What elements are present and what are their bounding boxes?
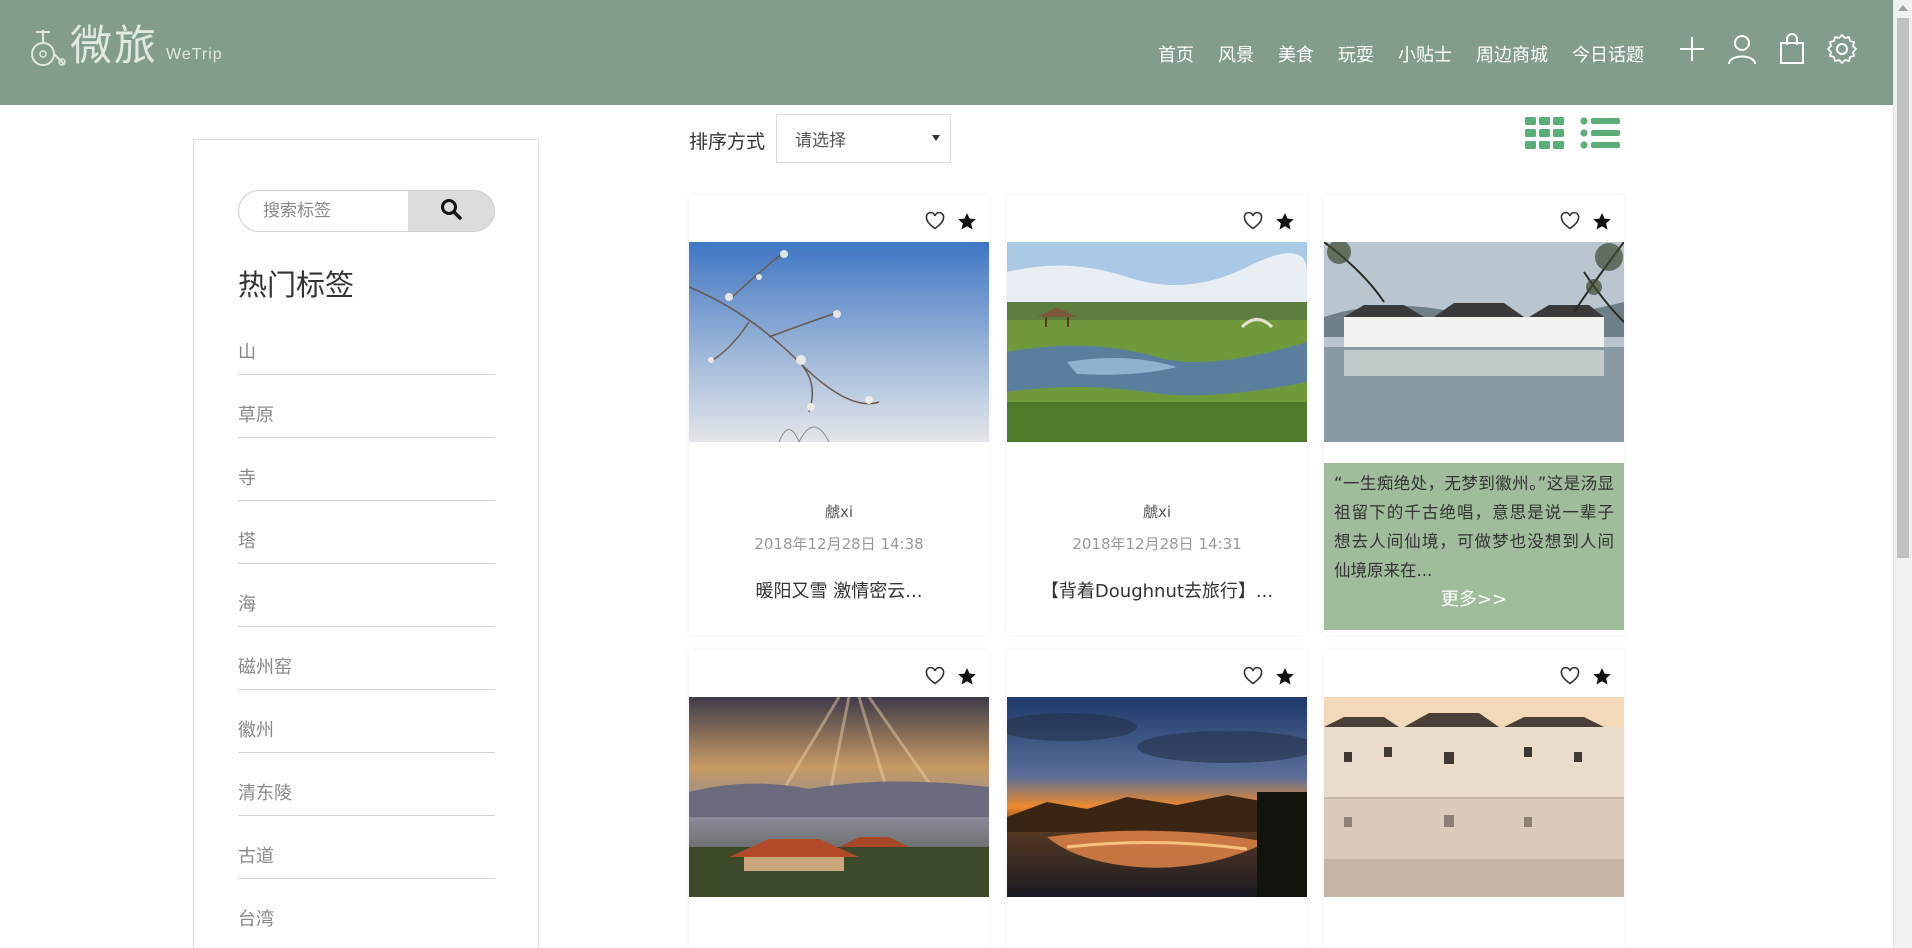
settings-icon[interactable] [1826, 32, 1858, 66]
heart-icon[interactable] [1243, 666, 1263, 686]
chevron-down-icon [932, 135, 940, 141]
tag-search-button[interactable] [408, 190, 495, 232]
hot-tags-title: 热门标签 [238, 268, 355, 302]
card-more-link[interactable]: 更多>> [1334, 585, 1614, 611]
card-actions [1243, 211, 1295, 231]
card-image-sunset-canyon[interactable] [1007, 697, 1307, 897]
star-icon[interactable] [957, 666, 977, 686]
card-author[interactable]: 虤xi [689, 501, 989, 522]
card-date: 2018年12月28日 14:38 [754, 535, 924, 553]
sort-select-value: 请选择 [795, 131, 846, 151]
star-icon[interactable] [1275, 211, 1295, 231]
star-icon[interactable] [1592, 666, 1612, 686]
nav-shop[interactable]: 周边商城 [1464, 44, 1560, 68]
tag-item[interactable]: 清东陵 [238, 753, 495, 816]
card-hover-overlay[interactable]: “一生痴绝处，无梦到徽州。”这是汤显祖留下的千古绝唱，意思是说一辈子想去人间仙境… [1324, 463, 1624, 630]
card-image-temple-valley[interactable] [689, 697, 989, 897]
card-author[interactable]: 虤xi [1007, 501, 1307, 522]
tag-item[interactable]: 磁州窑 [238, 627, 495, 690]
hot-tags-list: 山 草原 寺 塔 海 磁州窑 徽州 清东陵 古道 台湾 [238, 312, 495, 942]
post-card[interactable] [689, 650, 989, 948]
logo-text-cn: 微旅 [70, 21, 159, 70]
heart-icon[interactable] [925, 666, 945, 686]
heart-icon[interactable] [1560, 666, 1580, 686]
sort-select[interactable]: 请选择 [776, 114, 951, 163]
tag-item[interactable]: 台湾 [238, 879, 495, 942]
star-icon[interactable] [957, 211, 977, 231]
post-card[interactable]: 虤xi 2018年12月28日 14:31 【背着Doughnut去旅行】... [1007, 195, 1307, 635]
page-scrollbar[interactable] [1893, 0, 1912, 948]
card-title[interactable]: 【背着Doughnut去旅行】... [1007, 577, 1307, 603]
list-view-icon[interactable] [1580, 117, 1620, 149]
tag-item[interactable]: 塔 [238, 501, 495, 564]
nav-food[interactable]: 美食 [1266, 44, 1326, 68]
sort-label: 排序方式 [689, 131, 766, 153]
scroll-thumb[interactable] [1897, 18, 1909, 558]
card-actions [1560, 211, 1612, 231]
tag-item[interactable]: 古道 [238, 816, 495, 879]
bicycle-logo-icon [30, 24, 66, 68]
post-card[interactable]: 虤xi 2018年12月28日 14:38 暖阳又雪 激情密云... [689, 195, 989, 635]
post-card[interactable] [1007, 650, 1307, 948]
card-actions [925, 211, 977, 231]
plus-icon[interactable] [1676, 32, 1708, 66]
tag-item[interactable]: 草原 [238, 375, 495, 438]
logo-text-en: WeTrip [166, 46, 223, 63]
card-image-snowy-branch[interactable] [689, 242, 989, 442]
card-image-grassland[interactable] [1007, 242, 1307, 442]
grid-view-icon[interactable] [1525, 117, 1565, 149]
top-navbar: 微旅 WeTrip 首页 风景 美食 玩耍 小贴士 周边商城 今日话题 [0, 0, 1893, 105]
nav-scenery[interactable]: 风景 [1206, 44, 1266, 68]
heart-icon[interactable] [925, 211, 945, 231]
tag-item[interactable]: 徽州 [238, 690, 495, 753]
tag-search-input[interactable] [238, 190, 408, 232]
nav-play[interactable]: 玩耍 [1326, 44, 1386, 68]
tag-item[interactable]: 山 [238, 312, 495, 375]
card-excerpt: “一生痴绝处，无梦到徽州。”这是汤显祖留下的千古绝唱，意思是说一辈子想去人间仙境… [1334, 474, 1614, 580]
card-date: 2018年12月28日 14:31 [1072, 535, 1242, 553]
post-card[interactable]: “一生痴绝处，无梦到徽州。”这是汤显祖留下的千古绝唱，意思是说一辈子想去人间仙境… [1324, 195, 1624, 635]
nav-topic[interactable]: 今日话题 [1560, 44, 1644, 68]
heart-icon[interactable] [1560, 211, 1580, 231]
star-icon[interactable] [1592, 211, 1612, 231]
user-icon[interactable] [1726, 32, 1758, 66]
nav-home[interactable]: 首页 [1146, 44, 1206, 68]
tag-search [238, 190, 495, 232]
card-image-huizhou-reflection[interactable] [1324, 697, 1624, 897]
header-actions [1676, 32, 1858, 66]
nav-tips[interactable]: 小贴士 [1386, 44, 1464, 68]
tag-sidebar: 热门标签 山 草原 寺 塔 海 磁州窑 徽州 清东陵 古道 台湾 [193, 139, 539, 948]
tag-item[interactable]: 海 [238, 564, 495, 627]
search-icon [440, 198, 462, 224]
tag-item[interactable]: 寺 [238, 438, 495, 501]
card-title[interactable]: 暖阳又雪 激情密云... [689, 577, 989, 603]
star-icon[interactable] [1275, 666, 1295, 686]
card-actions [1560, 666, 1612, 686]
site-logo[interactable]: 微旅 WeTrip [30, 24, 223, 68]
card-actions [1243, 666, 1295, 686]
card-image-huizhou-village[interactable] [1324, 242, 1624, 442]
scroll-up-arrow-icon[interactable] [1898, 5, 1908, 11]
post-card[interactable] [1324, 650, 1624, 948]
main-nav: 首页 风景 美食 玩耍 小贴士 周边商城 今日话题 [1146, 44, 1644, 68]
cart-icon[interactable] [1776, 32, 1808, 66]
heart-icon[interactable] [1243, 211, 1263, 231]
card-actions [925, 666, 977, 686]
